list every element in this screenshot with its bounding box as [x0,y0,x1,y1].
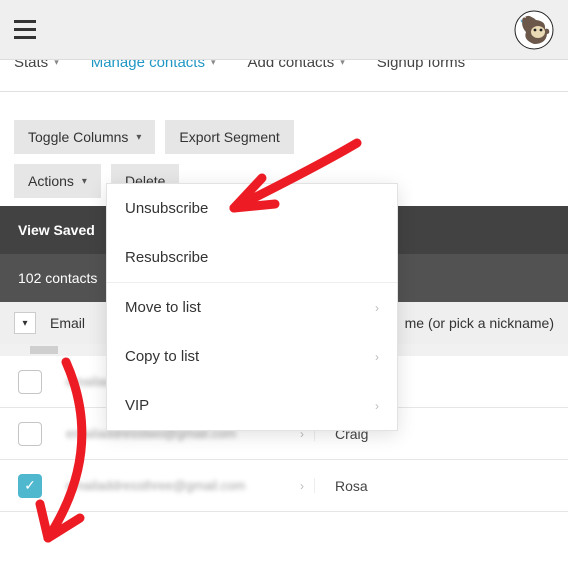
actions-dropdown-menu: Unsubscribe Resubscribe Move to list › C… [106,183,398,431]
subnav-signup-forms[interactable]: Signup forms [377,60,465,71]
row-checkbox-cell: ✓ [0,474,60,498]
row-checkbox-cell [0,422,60,446]
caret-down-icon: ▾ [82,176,87,187]
menu-item-label: Resubscribe [125,249,208,266]
menu-item-copy-to-list[interactable]: Copy to list › [107,332,397,381]
caret-down-icon: ▾ [340,60,345,68]
toggle-columns-button[interactable]: Toggle Columns ▾ [14,120,155,154]
row-checkbox[interactable] [18,370,42,394]
toolbar-row: Toggle Columns ▾ Export Segment [0,92,568,160]
menu-item-unsubscribe[interactable]: Unsubscribe [107,184,397,233]
row-checkbox[interactable]: ✓ [18,474,42,498]
button-label: Export Segment [179,129,279,145]
scrollbar-thumb[interactable] [30,346,58,354]
top-app-bar [0,0,568,60]
caret-down-icon: ▾ [54,60,59,68]
subnav-manage-contacts[interactable]: Manage contacts ▾ [91,60,216,71]
row-checkbox-cell [0,370,60,394]
caret-down-icon: ▾ [136,132,141,143]
menu-item-label: Unsubscribe [125,200,208,217]
chevron-right-icon: › [300,479,304,493]
subnav-label: Manage contacts [91,60,205,71]
contacts-count-label: 102 contacts [18,270,97,286]
subnav-add-contacts[interactable]: Add contacts ▾ [248,60,345,71]
menu-item-label: Move to list [125,299,201,316]
select-all-toggle[interactable]: ▾ [14,312,36,334]
column-header-email[interactable]: Email [50,315,90,331]
table-row[interactable]: ✓ emailaddressthree@gmail.com › Rosa [0,460,568,512]
chevron-right-icon: › [375,350,379,364]
actions-button[interactable]: Actions ▾ [14,164,101,198]
button-label: Toggle Columns [28,129,128,145]
chevron-right-icon: › [375,399,379,413]
subnav-label: Add contacts [248,60,335,71]
subnav-stats[interactable]: Stats ▾ [14,60,59,71]
subnav-label: Stats [14,60,48,71]
menu-item-move-to-list[interactable]: Move to list › [107,282,397,332]
row-name-cell: Rosa [315,478,368,494]
export-segment-button[interactable]: Export Segment [165,120,293,154]
view-saved-label: View Saved [18,222,95,238]
hamburger-menu-icon[interactable] [14,20,36,39]
row-email-cell[interactable]: emailaddressthree@gmail.com › [60,478,315,493]
chevron-right-icon: › [375,301,379,315]
mailchimp-logo-icon[interactable] [514,10,554,50]
caret-down-icon: ▾ [211,60,216,68]
button-label: Actions [28,173,74,189]
menu-item-vip[interactable]: VIP › [107,381,397,430]
subnav-tabs: Stats ▾ Manage contacts ▾ Add contacts ▾… [0,60,568,92]
column-header-name[interactable]: me (or pick a nickname) [405,315,554,331]
menu-item-label: VIP [125,397,149,414]
row-email-label: emailaddressthree@gmail.com [66,478,245,493]
subnav-label: Signup forms [377,60,465,71]
menu-item-resubscribe[interactable]: Resubscribe [107,233,397,282]
row-checkbox[interactable] [18,422,42,446]
menu-item-label: Copy to list [125,348,199,365]
